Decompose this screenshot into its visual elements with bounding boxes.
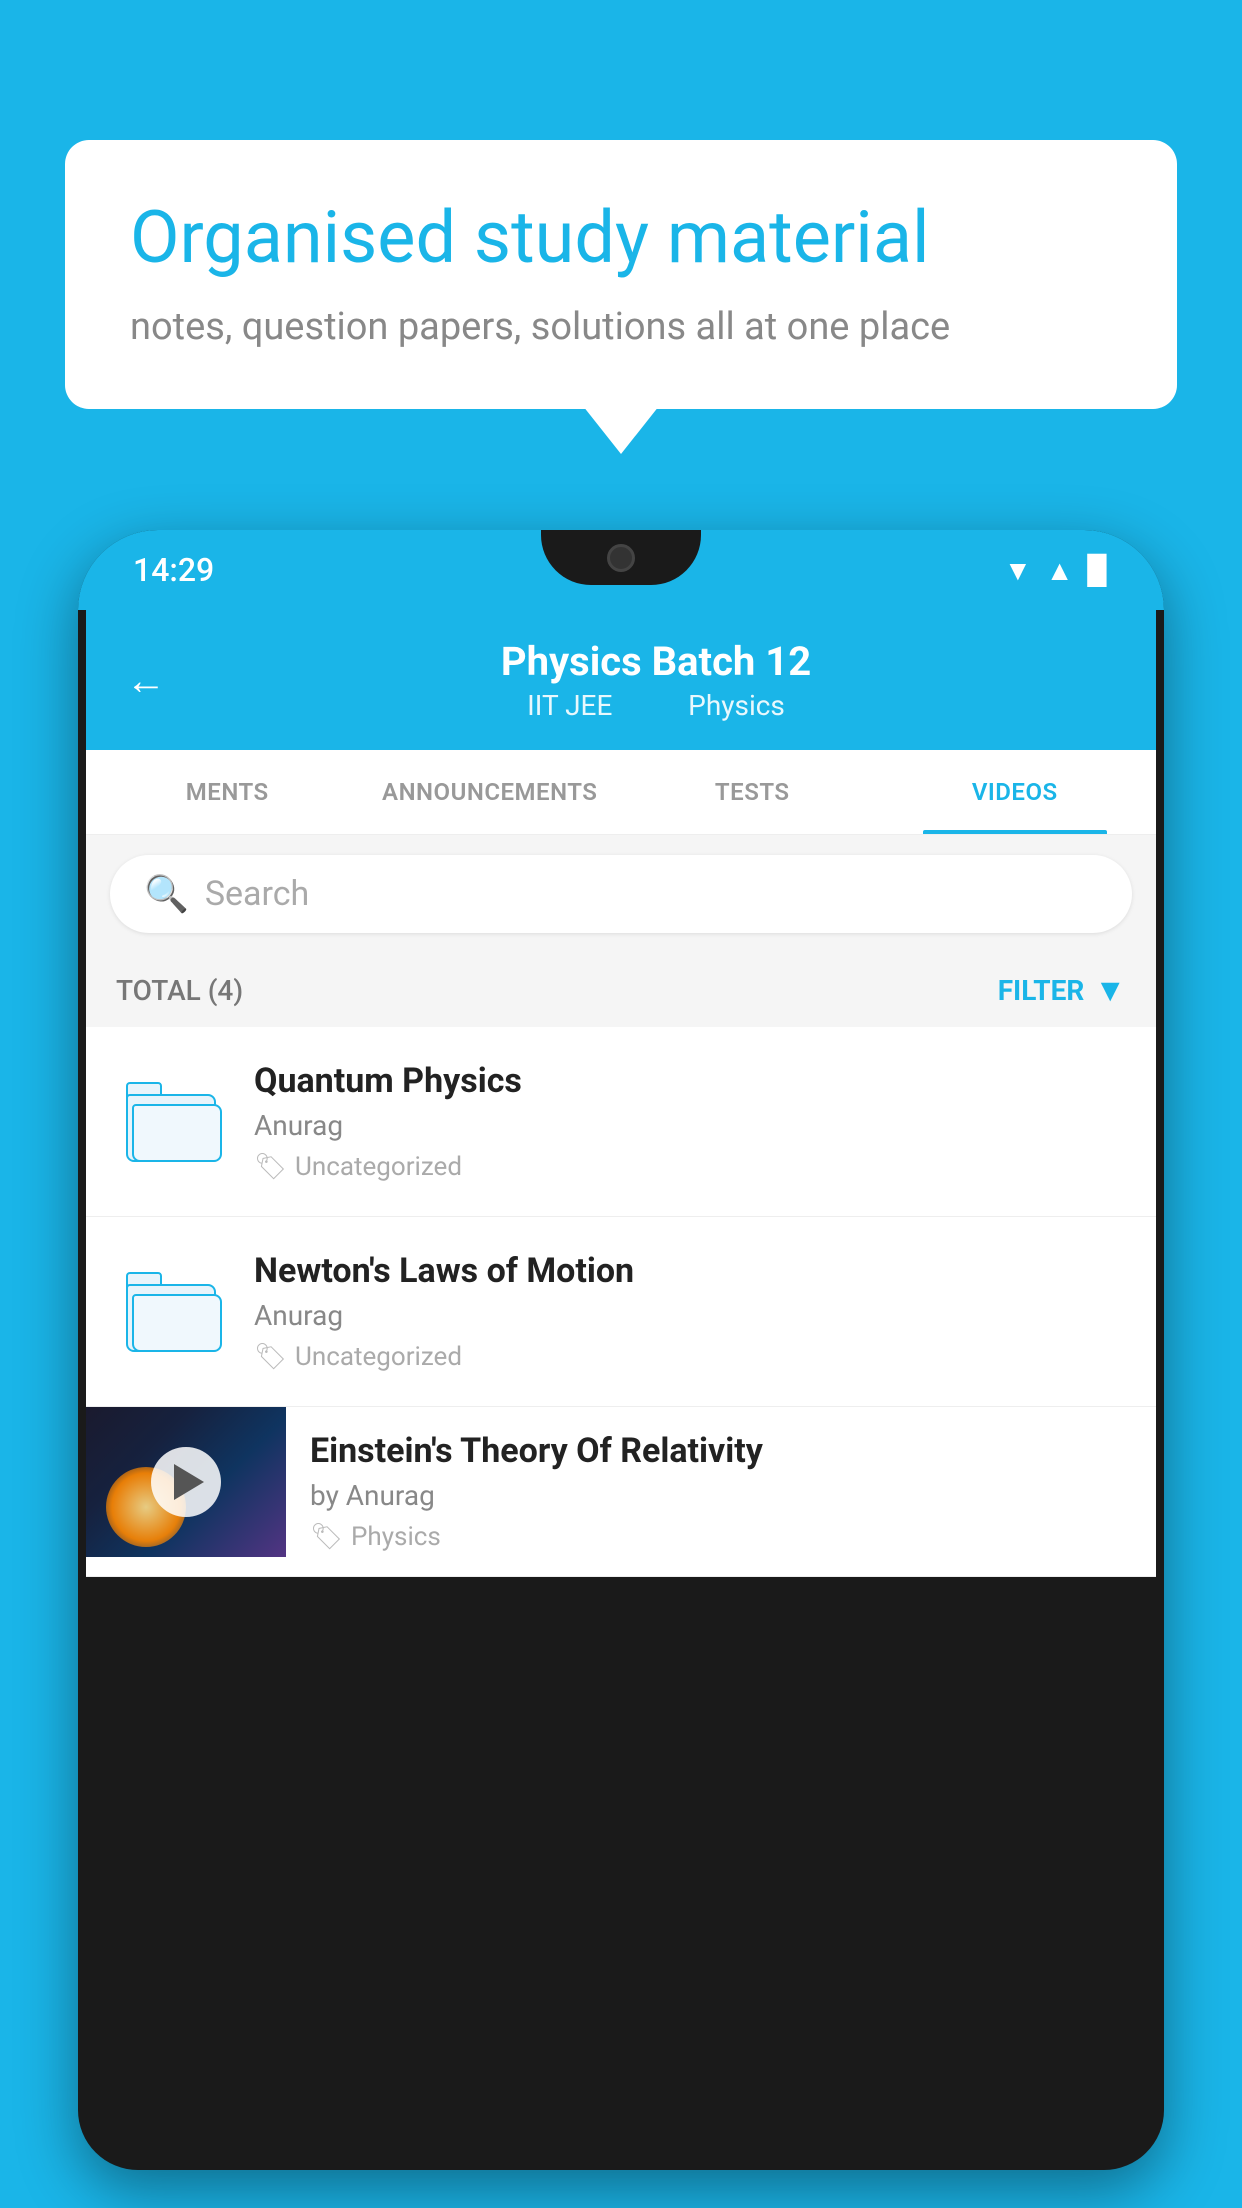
front-camera: [607, 544, 635, 572]
battery-icon: ▉: [1087, 554, 1109, 587]
video-title: Newton's Laws of Motion: [254, 1251, 1126, 1291]
subtitle-separator: [643, 689, 657, 722]
tag-icon: 🏷: [310, 1522, 343, 1552]
video-info: Quantum Physics Anurag 🏷 Uncategorized: [254, 1061, 1126, 1182]
status-bar: 14:29 ▼ ▲ ▉: [78, 530, 1164, 610]
tab-announcements[interactable]: ANNOUNCEMENTS: [359, 750, 622, 834]
signal-icon: ▲: [1046, 554, 1074, 587]
batch-title: Physics Batch 12: [196, 638, 1116, 685]
filter-label: FILTER: [998, 974, 1085, 1007]
status-time: 14:29: [133, 551, 214, 589]
search-bar[interactable]: 🔍 Search: [110, 855, 1132, 933]
folder-thumbnail: [116, 1257, 226, 1367]
list-item[interactable]: Quantum Physics Anurag 🏷 Uncategorized: [86, 1027, 1156, 1217]
filter-icon: ▼: [1094, 971, 1126, 1009]
app-header: ← Physics Batch 12 IIT JEE Physics: [86, 610, 1156, 750]
filter-button[interactable]: FILTER ▼: [998, 971, 1126, 1009]
tag-label: Uncategorized: [295, 1152, 462, 1182]
tag-icon: 🏷: [254, 1342, 287, 1372]
speech-bubble-container: Organised study material notes, question…: [65, 140, 1177, 409]
total-count: TOTAL (4): [116, 974, 243, 1007]
video-tag: 🏷 Uncategorized: [254, 1342, 1126, 1372]
tab-videos[interactable]: VIDEOS: [884, 750, 1147, 834]
video-tag: 🏷 Physics: [310, 1522, 1132, 1552]
subtitle-physics: Physics: [688, 689, 785, 722]
tag-icon: 🏷: [254, 1152, 287, 1182]
video-info: Newton's Laws of Motion Anurag 🏷 Uncateg…: [254, 1251, 1126, 1372]
phone-screen: ← Physics Batch 12 IIT JEE Physics MENTS…: [86, 610, 1156, 1577]
folder-thumbnail: [116, 1067, 226, 1177]
video-list: Quantum Physics Anurag 🏷 Uncategorized: [86, 1027, 1156, 1577]
filter-bar: TOTAL (4) FILTER ▼: [86, 953, 1156, 1027]
video-title: Einstein's Theory Of Relativity: [310, 1431, 1132, 1471]
back-button[interactable]: ←: [126, 657, 166, 704]
speech-bubble-subtitle: notes, question papers, solutions all at…: [130, 305, 1112, 349]
play-button[interactable]: [151, 1447, 221, 1517]
speech-bubble-title: Organised study material: [130, 195, 1112, 281]
video-tag: 🏷 Uncategorized: [254, 1152, 1126, 1182]
phone: 14:29 ▼ ▲ ▉ ← Physics Batch 12 IIT JEE: [78, 530, 1164, 2170]
video-author: Anurag: [254, 1299, 1126, 1332]
video-info: Einstein's Theory Of Relativity by Anura…: [286, 1407, 1156, 1576]
list-item[interactable]: Einstein's Theory Of Relativity by Anura…: [86, 1407, 1156, 1577]
tag-label: Physics: [351, 1522, 441, 1552]
wifi-icon: ▼: [1004, 554, 1032, 587]
video-thumbnail: [86, 1407, 286, 1557]
speech-bubble: Organised study material notes, question…: [65, 140, 1177, 409]
subtitle-iitjee: IIT JEE: [527, 689, 612, 722]
status-icons: ▼ ▲ ▉: [1004, 554, 1109, 587]
video-author: Anurag: [254, 1109, 1126, 1142]
tabs-bar: MENTS ANNOUNCEMENTS TESTS VIDEOS: [86, 750, 1156, 835]
phone-notch: [541, 530, 701, 585]
video-title: Quantum Physics: [254, 1061, 1126, 1101]
folder-icon: [126, 1272, 216, 1352]
tab-ments[interactable]: MENTS: [96, 750, 359, 834]
tag-label: Uncategorized: [295, 1342, 462, 1372]
list-item[interactable]: Newton's Laws of Motion Anurag 🏷 Uncateg…: [86, 1217, 1156, 1407]
batch-subtitle: IIT JEE Physics: [196, 689, 1116, 722]
tab-tests[interactable]: TESTS: [621, 750, 884, 834]
header-title-area: Physics Batch 12 IIT JEE Physics: [196, 638, 1116, 722]
video-author: by Anurag: [310, 1479, 1132, 1512]
play-icon: [174, 1464, 204, 1500]
search-bar-container: 🔍 Search: [86, 835, 1156, 953]
phone-container: 14:29 ▼ ▲ ▉ ← Physics Batch 12 IIT JEE: [78, 530, 1164, 2208]
search-placeholder: Search: [205, 874, 309, 914]
search-icon: 🔍: [144, 873, 189, 915]
folder-icon: [126, 1082, 216, 1162]
